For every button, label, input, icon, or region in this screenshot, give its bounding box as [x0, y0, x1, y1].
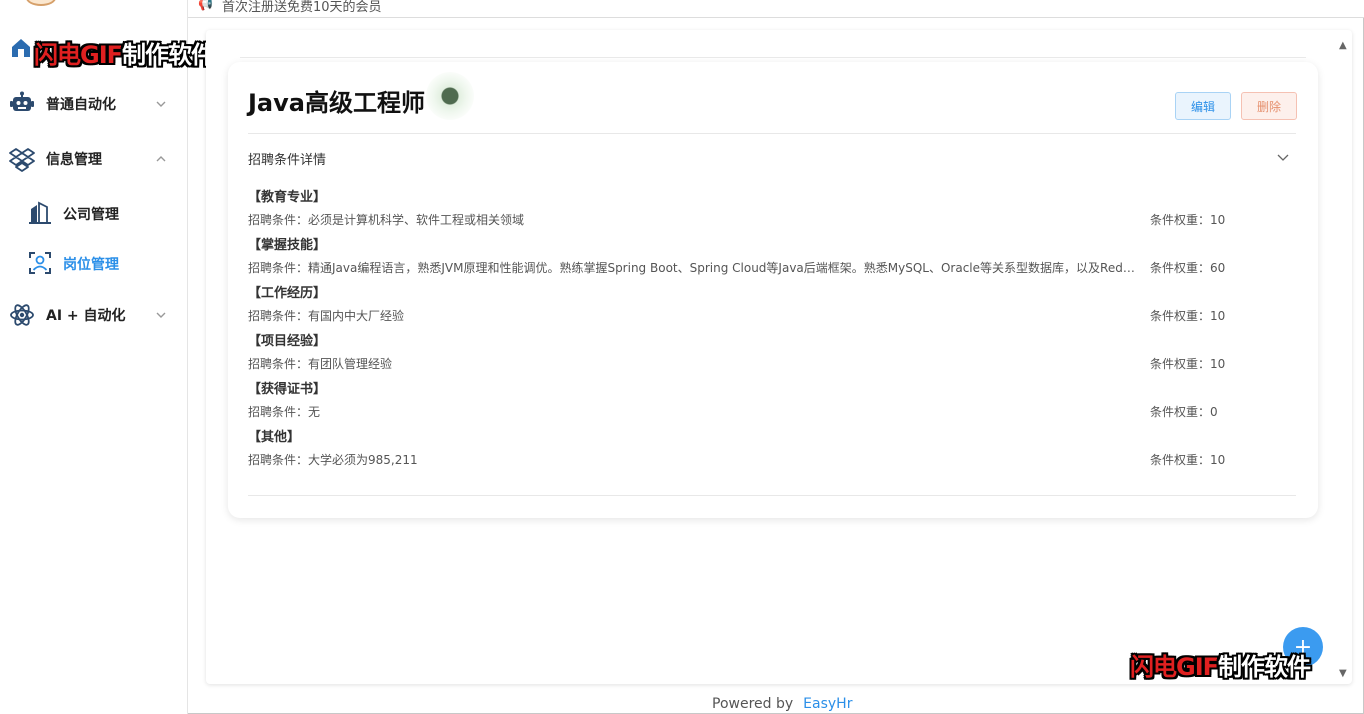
footer: Powered by EasyHr: [712, 696, 852, 712]
divider: [240, 57, 1306, 58]
dropbox-icon: [8, 145, 36, 173]
atom-icon: [8, 301, 36, 329]
section-heading: 【教育专业】: [248, 190, 327, 205]
home-icon[interactable]: [10, 37, 32, 59]
footer-brand-link[interactable]: EasyHr: [803, 696, 852, 712]
sidebar: 普通自动化 信息管理 公司管理 岗位管理 AI + 自动化: [0, 0, 188, 714]
condition-weight: 条件权重：0: [1150, 405, 1218, 419]
condition-text: 招聘条件：无: [248, 405, 321, 419]
section-heading: 【掌握技能】: [248, 238, 327, 253]
divider: [248, 495, 1296, 496]
condition-text: 招聘条件：精通Java编程语言，熟悉JVM原理和性能调优。熟练掌握Spring …: [248, 261, 1136, 275]
sidebar-item-position[interactable]: 岗位管理: [0, 243, 187, 283]
delete-button[interactable]: 删除: [1241, 92, 1297, 120]
condition-text: 招聘条件：必须是计算机科学、软件工程或相关领域: [248, 213, 525, 227]
scroll-down-arrow[interactable]: ▼: [1339, 668, 1347, 679]
chevron-up-icon: [156, 156, 166, 162]
condition-weight: 条件权重：60: [1150, 261, 1226, 275]
sidebar-item-ai[interactable]: AI + 自动化: [0, 295, 187, 335]
condition-weight: 条件权重：10: [1150, 357, 1226, 371]
divider: [248, 133, 1296, 134]
job-title: Java高级工程师: [248, 89, 425, 117]
edit-button[interactable]: 编辑: [1175, 92, 1231, 120]
condition-weight: 条件权重：10: [1150, 213, 1226, 227]
job-card: [228, 62, 1318, 518]
condition-weight: 条件权重：10: [1150, 453, 1226, 467]
watermark: 闪电GIF制作软件: [34, 41, 215, 69]
status-indicator: [426, 72, 474, 120]
sidebar-item-company[interactable]: 公司管理: [0, 193, 187, 233]
sidebar-item-label: 公司管理: [63, 207, 119, 223]
scroll-up-arrow[interactable]: ▲: [1339, 40, 1347, 51]
sidebar-item-info[interactable]: 信息管理: [0, 139, 187, 179]
condition-text: 招聘条件：有国内中大厂经验: [248, 309, 405, 323]
chevron-down-icon: [156, 312, 166, 318]
collapse-header[interactable]: 招聘条件详情: [248, 149, 326, 168]
condition-text: 招聘条件：大学必须为985,211: [248, 453, 418, 467]
sidebar-item-label: 普通自动化: [46, 97, 116, 113]
robot-icon: [8, 90, 36, 118]
notice-text: 首次注册送免费10天的会员: [222, 0, 382, 15]
building-icon: [29, 201, 51, 224]
chevron-down-icon[interactable]: [1276, 150, 1290, 164]
condition-weight: 条件权重：10: [1150, 309, 1226, 323]
sidebar-item-label: 岗位管理: [63, 257, 119, 273]
sidebar-item-auto[interactable]: 普通自动化: [0, 84, 187, 124]
chevron-down-icon: [156, 101, 166, 107]
sidebar-item-label: AI + 自动化: [46, 308, 126, 324]
section-heading: 【工作经历】: [248, 286, 327, 301]
megaphone-icon: 📢: [198, 0, 213, 11]
watermark: 闪电GIF制作软件: [1130, 653, 1311, 681]
notice-bar: 📢 首次注册送免费10天的会员: [188, 0, 1364, 18]
footer-powered: Powered by: [712, 696, 794, 712]
sidebar-item-label: 信息管理: [46, 152, 102, 168]
section-heading: 【获得证书】: [248, 382, 327, 397]
section-heading: 【项目经验】: [248, 334, 327, 349]
condition-text: 招聘条件：有团队管理经验: [248, 357, 393, 371]
section-heading: 【其他】: [248, 430, 301, 445]
face-scan-icon: [29, 252, 51, 274]
app-logo: [26, 0, 56, 6]
